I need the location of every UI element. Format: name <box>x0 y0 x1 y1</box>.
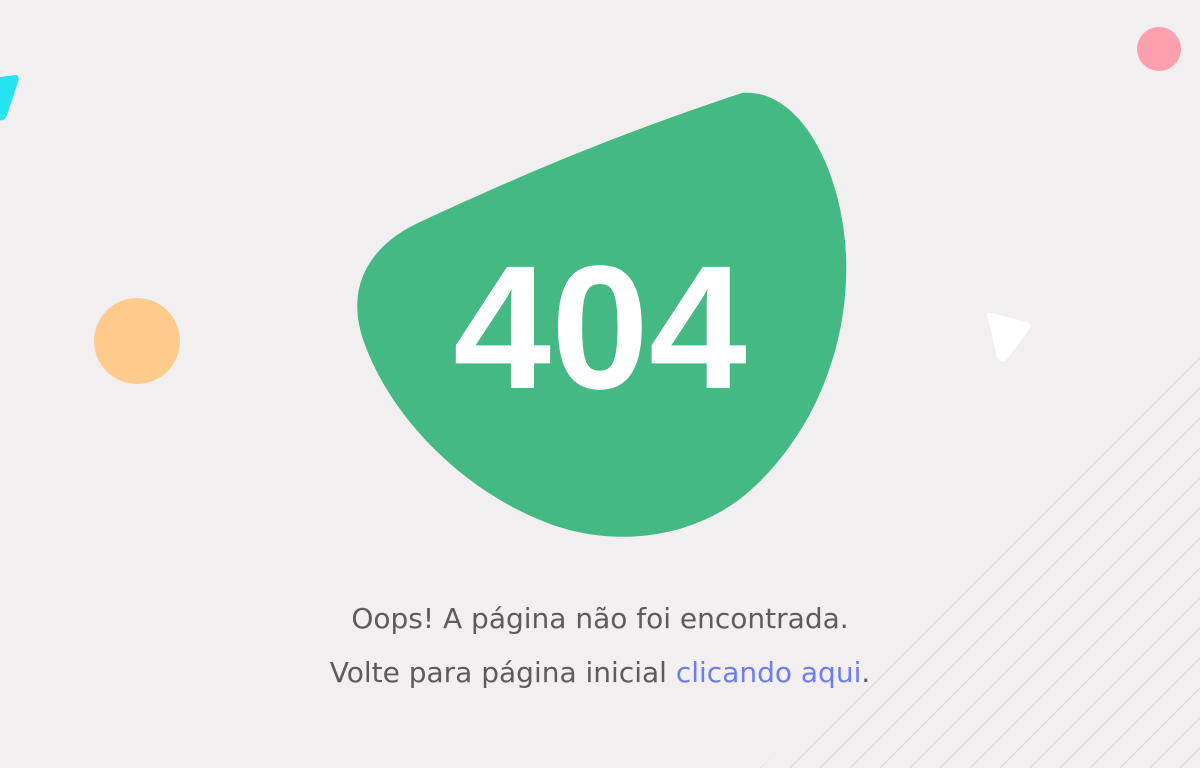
message-line-1: Oops! A página não foi encontrada. <box>351 602 849 635</box>
message-line-2: Volte para página inicial clicando aqui. <box>0 646 1200 700</box>
triangle-shape-icon <box>0 75 19 121</box>
not-found-message: Oops! A página não foi encontrada. Volte… <box>0 592 1200 700</box>
error-code: 404 <box>453 230 747 426</box>
message-line-2-prefix: Volte para página inicial <box>329 656 676 689</box>
circle-shape-icon <box>1137 27 1181 71</box>
circle-shape-icon <box>94 298 180 384</box>
triangle-shape-icon <box>986 312 1031 362</box>
home-link[interactable]: clicando aqui <box>676 656 862 689</box>
message-line-2-suffix: . <box>861 656 871 689</box>
not-found-page: 404 Oops! A página não foi encontrada. V… <box>0 0 1200 768</box>
